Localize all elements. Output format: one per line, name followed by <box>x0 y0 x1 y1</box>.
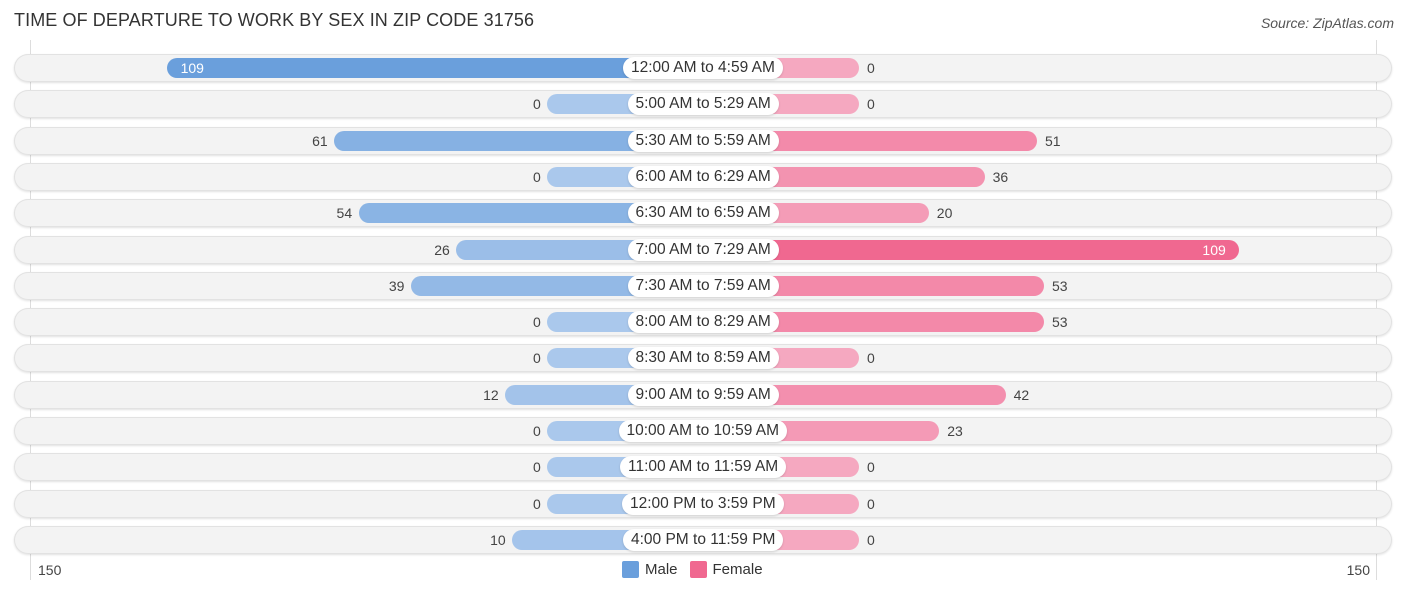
male-value-label: 54 <box>336 205 353 222</box>
legend-swatch-female <box>689 561 707 578</box>
legend-swatch-male <box>622 561 639 578</box>
axis-right-label: 150 <box>1346 562 1370 578</box>
female-value-label: 0 <box>867 459 875 476</box>
male-value-label: 0 <box>533 423 541 439</box>
male-value-label: 0 <box>533 350 541 367</box>
legend-label-male: Male <box>645 561 678 578</box>
category-label: 12:00 AM to 4:59 AM <box>623 57 783 79</box>
source-label: Source: ZipAtlas.com <box>1260 15 1394 31</box>
male-value-label: 109 <box>180 60 204 76</box>
female-value-label: 0 <box>867 531 875 548</box>
female-value-label: 53 <box>1051 314 1068 331</box>
female-value-label: 36 <box>992 168 1009 185</box>
female-value-label: 0 <box>867 60 875 76</box>
female-value-label: 23 <box>947 423 963 439</box>
category-label: 5:00 AM to 5:29 AM <box>627 93 779 116</box>
female-value-label: 109 <box>1202 241 1226 258</box>
female-value-label: 51 <box>1044 132 1061 149</box>
category-label: 12:00 PM to 3:59 PM <box>622 492 784 515</box>
female-value-label: 42 <box>1013 386 1030 403</box>
female-value-label: 0 <box>867 350 875 367</box>
category-label: 10:00 AM to 10:59 AM <box>618 420 788 442</box>
male-value-label: 61 <box>312 132 328 149</box>
legend-label-female: Female <box>712 561 763 578</box>
male-value-label: 10 <box>490 531 506 548</box>
male-value-label: 26 <box>434 241 450 258</box>
category-label: 7:00 AM to 7:29 AM <box>627 238 779 261</box>
category-label: 6:00 AM to 6:29 AM <box>627 165 779 188</box>
category-label: 8:00 AM to 8:29 AM <box>627 311 779 334</box>
male-value-label: 12 <box>483 386 499 403</box>
category-label: 5:30 AM to 5:59 AM <box>627 129 779 152</box>
axis-left-label: 150 <box>38 562 62 578</box>
legend: Male Female <box>622 561 763 578</box>
female-bar <box>703 239 1240 260</box>
male-value-label: 0 <box>533 168 541 185</box>
category-label: 4:00 PM to 11:59 PM <box>623 528 784 551</box>
category-label: 9:00 AM to 9:59 AM <box>627 383 779 406</box>
female-value-label: 20 <box>936 205 953 222</box>
category-label: 6:30 AM to 6:59 AM <box>627 202 779 225</box>
male-value-label: 0 <box>533 314 541 331</box>
male-value-label: 39 <box>388 277 405 294</box>
male-value-label: 0 <box>533 495 541 512</box>
category-label: 7:30 AM to 7:59 AM <box>627 274 779 297</box>
male-value-label: 0 <box>533 459 541 476</box>
male-value-label: 0 <box>533 96 541 113</box>
category-label: 11:00 AM to 11:59 AM <box>620 456 787 479</box>
female-value-label: 53 <box>1051 277 1068 294</box>
chart-title: TIME OF DEPARTURE TO WORK BY SEX IN ZIP … <box>14 10 535 30</box>
category-label: 8:30 AM to 8:59 AM <box>627 347 779 370</box>
female-value-label: 0 <box>867 96 875 113</box>
female-value-label: 0 <box>867 495 875 512</box>
